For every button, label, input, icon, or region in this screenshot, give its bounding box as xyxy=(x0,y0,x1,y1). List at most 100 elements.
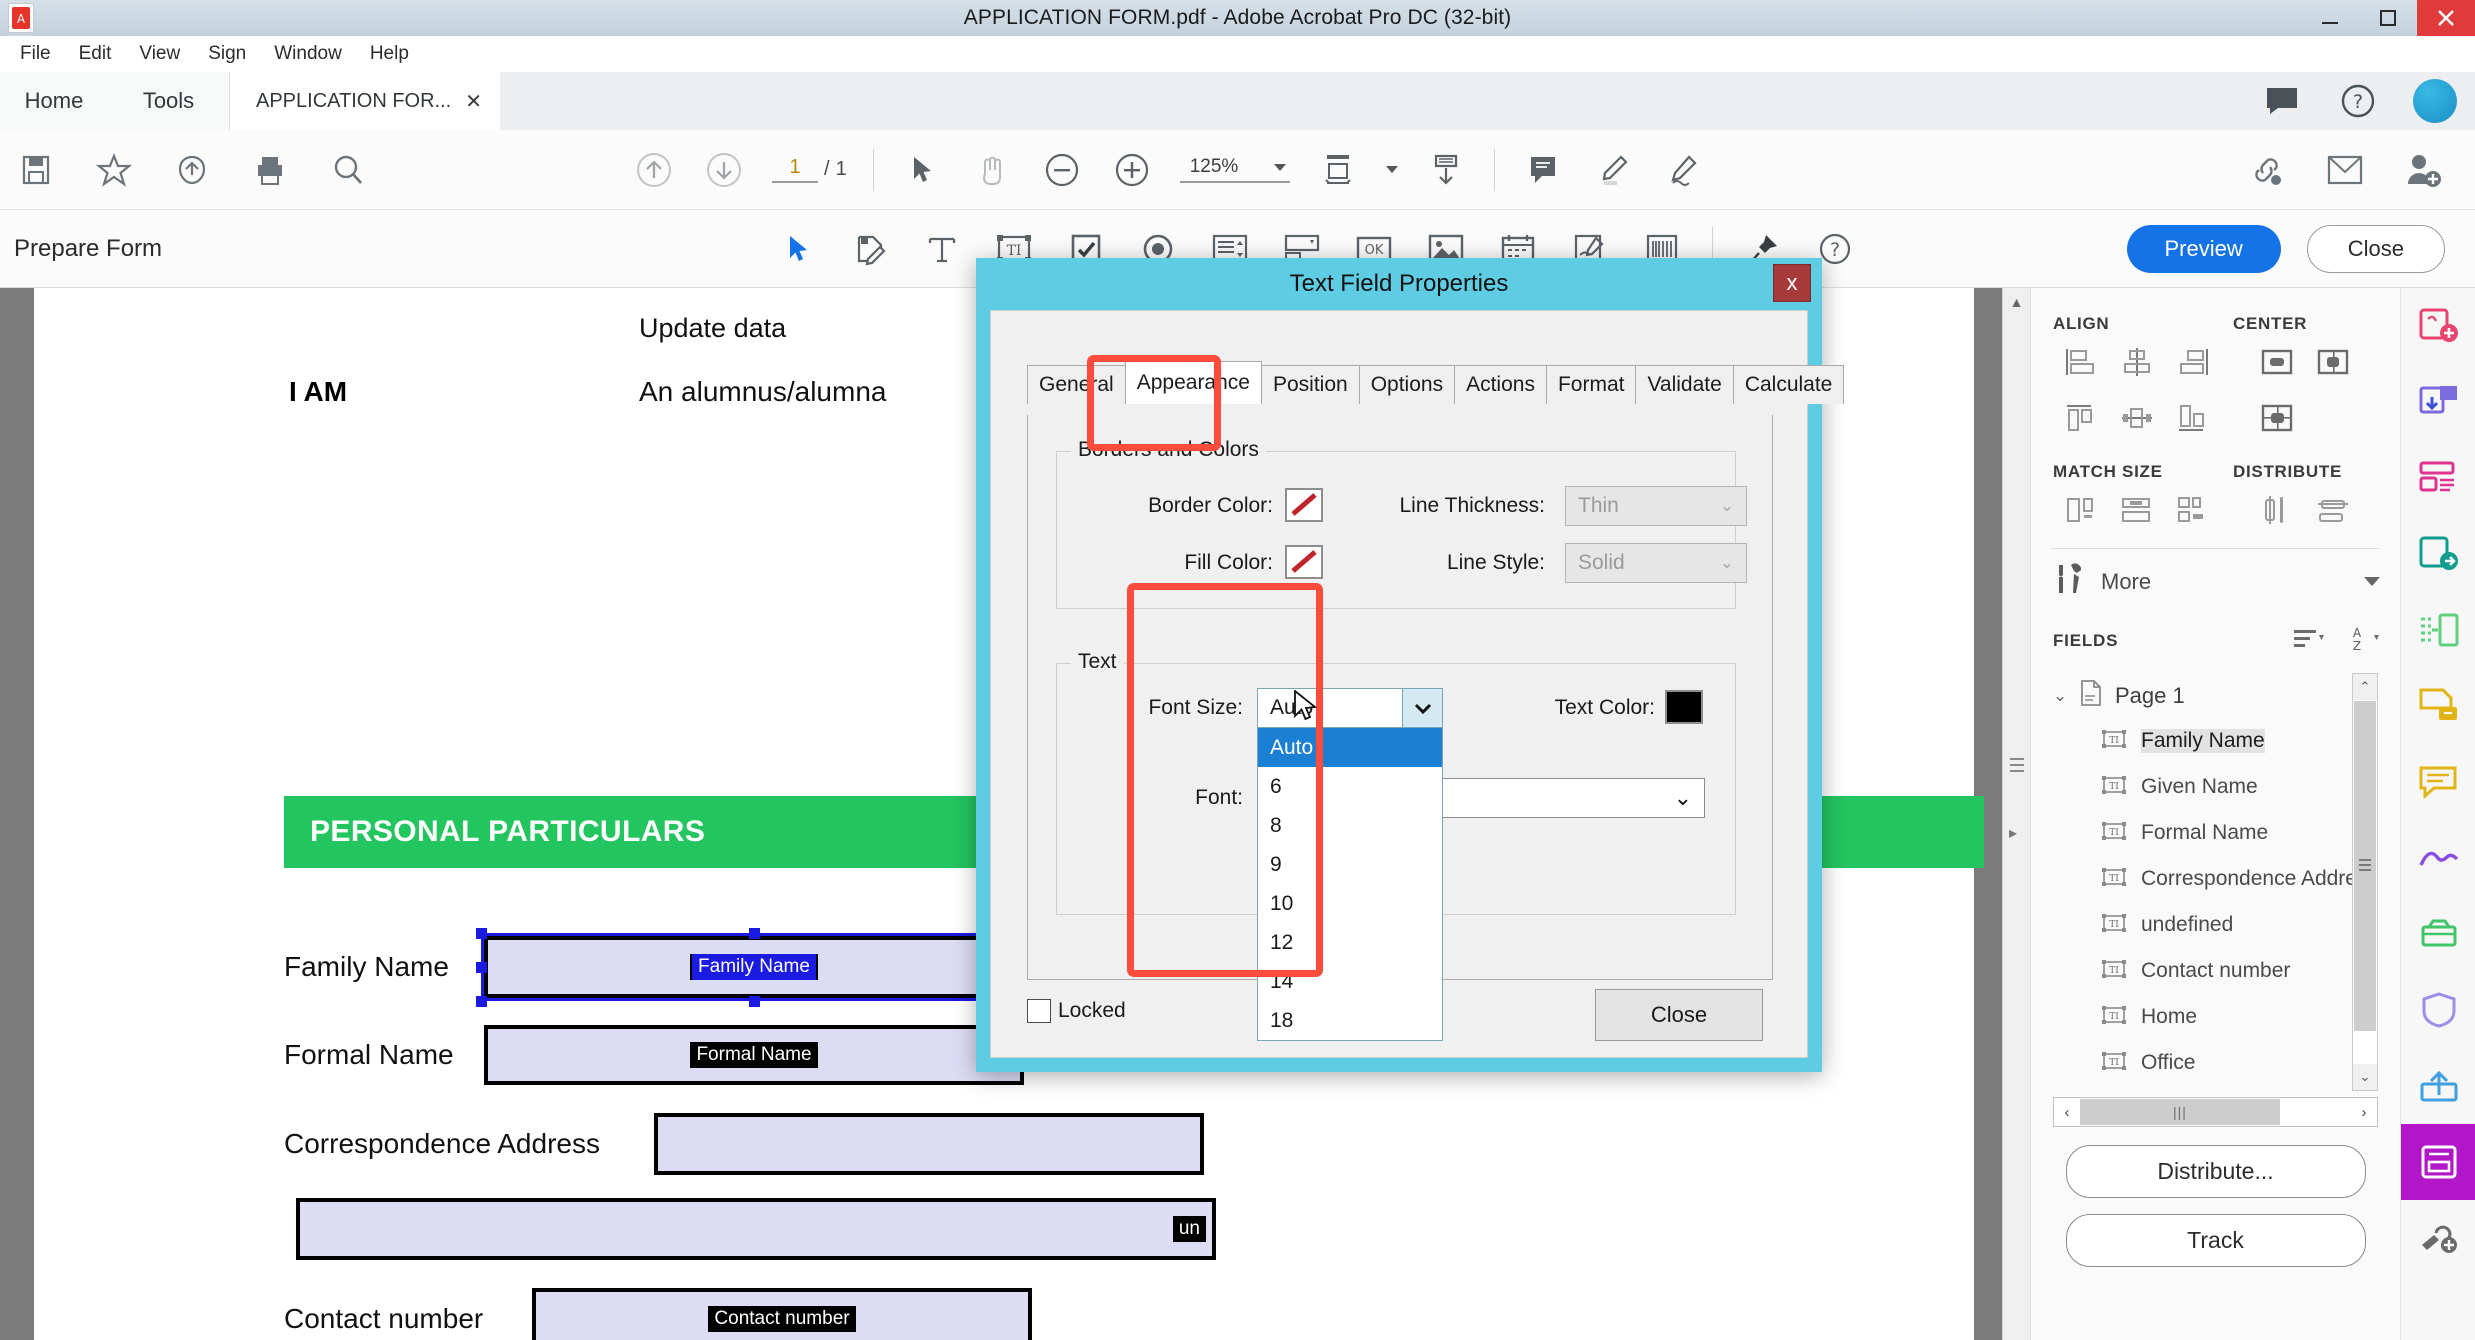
track-button[interactable]: Track xyxy=(2065,1214,2366,1267)
dialog-close-button[interactable]: Close xyxy=(1595,989,1763,1041)
font-size-option-18[interactable]: 18 xyxy=(1258,1001,1442,1040)
locked-checkbox[interactable] xyxy=(1027,999,1051,1023)
font-size-option-12[interactable]: 12 xyxy=(1258,923,1442,962)
selection-handle-bl[interactable] xyxy=(476,996,487,1007)
close-window-button[interactable] xyxy=(2417,0,2475,36)
upload-cloud-icon[interactable] xyxy=(170,148,214,192)
form-field-correspondence-address[interactable] xyxy=(654,1113,1204,1175)
maximize-button[interactable] xyxy=(2359,0,2417,36)
selection-handle-ml[interactable] xyxy=(476,962,487,973)
text-tool-icon[interactable] xyxy=(920,227,964,271)
selection-handle-tc[interactable] xyxy=(749,928,760,939)
chevron-down-icon[interactable] xyxy=(1402,689,1442,727)
text-field-properties-dialog[interactable]: Text Field Properties x General Appearan… xyxy=(976,258,1845,1072)
email-icon[interactable] xyxy=(2323,148,2367,192)
font-size-select[interactable]: Auto xyxy=(1257,688,1443,728)
menu-view[interactable]: View xyxy=(125,41,194,67)
font-size-option-8[interactable]: 8 xyxy=(1258,806,1442,845)
menu-window[interactable]: Window xyxy=(260,41,356,67)
border-color-swatch[interactable] xyxy=(1285,488,1323,522)
page-number-input[interactable]: 1 xyxy=(772,156,818,183)
close-prepare-form-button[interactable]: Close xyxy=(2306,224,2445,273)
document-vertical-scrollbar[interactable]: ▲ ▸ xyxy=(2002,288,2030,1340)
scroll-mode-icon[interactable] xyxy=(1424,148,1468,192)
add-person-icon[interactable] xyxy=(2401,148,2445,192)
tree-node-page-1[interactable]: ⌄ Page 1 xyxy=(2053,673,2378,718)
menu-edit[interactable]: Edit xyxy=(65,41,126,67)
search-icon[interactable] xyxy=(326,148,370,192)
tab-appearance[interactable]: Appearance xyxy=(1124,361,1262,404)
scan-and-ocr-icon[interactable] xyxy=(2401,896,2475,972)
tree-field-formal-name[interactable]: TI Formal Name xyxy=(2053,810,2378,856)
close-icon[interactable]: ✕ xyxy=(457,89,490,114)
line-thickness-select[interactable]: Thin ⌄ xyxy=(1565,486,1747,526)
fill-color-swatch[interactable] xyxy=(1285,545,1323,579)
tab-validate[interactable]: Validate xyxy=(1635,365,1734,404)
more-tools-icon[interactable] xyxy=(2401,1200,2475,1276)
edit-field-icon[interactable] xyxy=(848,227,892,271)
tree-field-given-name[interactable]: TI Given Name xyxy=(2053,764,2378,810)
tab-application-form[interactable]: APPLICATION FOR... ✕ xyxy=(230,72,500,130)
menu-file[interactable]: File xyxy=(6,41,65,67)
avatar[interactable] xyxy=(2413,79,2457,123)
next-page-icon[interactable] xyxy=(702,148,746,192)
center-both-icon[interactable] xyxy=(2249,390,2305,446)
add-comment-icon[interactable] xyxy=(1521,148,1565,192)
selection-handle-tl[interactable] xyxy=(476,928,487,939)
more-options-row[interactable]: More xyxy=(2031,549,2400,614)
fields-vertical-scrollbar[interactable]: ⌃ ⌄ xyxy=(2352,673,2378,1091)
sort-order-icon[interactable] xyxy=(2292,625,2326,656)
menu-sign[interactable]: Sign xyxy=(194,41,260,67)
align-middle-icon[interactable] xyxy=(2109,390,2165,446)
print-icon[interactable] xyxy=(248,148,292,192)
selection-handle-bc[interactable] xyxy=(749,996,760,1007)
form-field-undefined[interactable]: un xyxy=(296,1198,1216,1260)
comment-icon[interactable] xyxy=(2261,80,2303,122)
minimize-button[interactable] xyxy=(2301,0,2359,36)
tree-field-contact-number[interactable]: TI Contact number xyxy=(2053,948,2378,994)
align-left-icon[interactable] xyxy=(2053,334,2109,390)
fit-page-icon[interactable] xyxy=(1316,148,1360,192)
create-pdf-icon[interactable] xyxy=(2401,288,2475,364)
home-tab[interactable]: Home xyxy=(0,72,108,130)
tree-field-home[interactable]: TI Home xyxy=(2053,994,2378,1040)
distribute-vertical-icon[interactable] xyxy=(2249,482,2305,538)
edit-pdf-icon[interactable] xyxy=(2401,440,2475,516)
highlight-icon[interactable] xyxy=(1591,148,1635,192)
fields-horizontal-scrollbar[interactable]: ‹ ||| › xyxy=(2053,1097,2378,1127)
line-style-select[interactable]: Solid ⌄ xyxy=(1565,543,1747,583)
chevron-down-icon[interactable]: ⌄ xyxy=(2053,686,2079,706)
hand-tool-icon[interactable] xyxy=(970,148,1014,192)
preview-button[interactable]: Preview xyxy=(2126,224,2281,273)
tree-field-family-name[interactable]: TI Family Name xyxy=(2053,718,2378,764)
fit-page-chevron-icon[interactable] xyxy=(1385,166,1398,173)
distribute-button[interactable]: Distribute... xyxy=(2065,1145,2366,1198)
tree-field-office[interactable]: TI Office xyxy=(2053,1040,2378,1086)
chevron-down-icon[interactable]: ⌄ xyxy=(1674,785,1692,811)
save-icon[interactable] xyxy=(14,148,58,192)
font-size-option-auto[interactable]: Auto xyxy=(1258,728,1442,767)
fill-and-sign-icon[interactable] xyxy=(2401,820,2475,896)
scroll-right-icon[interactable]: › xyxy=(2351,1104,2377,1121)
send-for-signature-icon[interactable] xyxy=(2401,1048,2475,1124)
dialog-close-icon[interactable]: x xyxy=(1773,264,1811,302)
zoom-level-select[interactable]: 125% xyxy=(1179,156,1290,183)
annotations-icon[interactable] xyxy=(2401,744,2475,820)
sort-alphabetical-icon[interactable]: AZ xyxy=(2348,624,2382,657)
sign-icon[interactable] xyxy=(1661,148,1705,192)
tab-calculate[interactable]: Calculate xyxy=(1732,365,1845,404)
scroll-up-icon[interactable]: ⌃ xyxy=(2353,674,2377,700)
protect-icon[interactable] xyxy=(2401,972,2475,1048)
scroll-up-icon[interactable]: ▲ xyxy=(2003,288,2030,316)
select-object-icon[interactable] xyxy=(776,227,820,271)
combine-files-icon[interactable] xyxy=(2401,364,2475,440)
form-field-family-name[interactable]: Family Name xyxy=(484,936,1024,998)
scroll-left-icon[interactable]: ‹ xyxy=(2054,1104,2080,1121)
tools-tab[interactable]: Tools xyxy=(108,72,230,130)
zoom-out-icon[interactable] xyxy=(1040,148,1084,192)
font-size-option-10[interactable]: 10 xyxy=(1258,884,1442,923)
tab-format[interactable]: Format xyxy=(1545,365,1637,404)
match-both-icon[interactable] xyxy=(2165,482,2221,538)
distribute-horizontal-icon[interactable] xyxy=(2305,482,2361,538)
select-tool-icon[interactable] xyxy=(900,148,944,192)
